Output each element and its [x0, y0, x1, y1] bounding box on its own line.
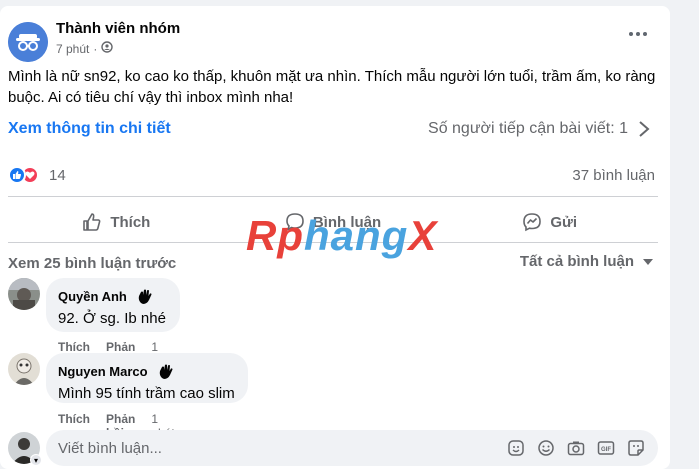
reaction-count: 14 [49, 166, 66, 184]
site-watermark: RphangX [246, 212, 438, 259]
comment-text: 92. Ở sg. Ib nhé [58, 310, 166, 327]
comment-input-box[interactable]: GIF [46, 430, 658, 466]
chevron-right-icon [639, 121, 650, 137]
divider [8, 196, 658, 197]
comment-input[interactable] [58, 439, 506, 457]
camera-icon[interactable] [566, 438, 586, 458]
comment-filter-label: Tất cả bình luận [519, 253, 634, 270]
comment-bubble: Nguyen Marco Mình 95 tính trầm cao slim [46, 353, 248, 403]
post-meta: 7 phút · [56, 41, 114, 56]
like-button[interactable]: Thích [8, 202, 225, 242]
post-time[interactable]: 7 phút [56, 42, 89, 56]
comment-text: Mình 95 tính trầm cao slim [58, 385, 235, 402]
commenter-name[interactable]: Nguyen Marco [58, 364, 148, 379]
post-text: Mình là nữ sn92, ko cao ko thấp, khuôn m… [8, 68, 656, 106]
commenter-avatar[interactable] [8, 278, 40, 310]
post-author[interactable]: Thành viên nhóm [56, 20, 180, 37]
dot-separator: · [93, 41, 98, 56]
commenter-avatar[interactable] [8, 353, 40, 385]
like-reaction-icon [8, 166, 26, 184]
more-options-icon[interactable] [626, 22, 650, 46]
commenter-name[interactable]: Quyền Anh [58, 289, 127, 304]
view-previous-comments-link[interactable]: Xem 25 bình luận trước [8, 255, 176, 272]
messenger-icon [523, 213, 542, 232]
like-label: Thích [110, 213, 151, 231]
comment-count[interactable]: 37 bình luận [572, 167, 655, 184]
reaction-summary[interactable]: 14 [8, 166, 66, 184]
group-audience-icon [101, 41, 114, 56]
reach-text: Số người tiếp cận bài viết: 1 [428, 120, 628, 137]
emoji-icon[interactable] [536, 438, 556, 458]
composer-tools: GIF [506, 438, 646, 458]
thumbs-up-icon [83, 213, 101, 231]
avatar-sticker-icon[interactable] [506, 438, 526, 458]
caret-down-icon [643, 258, 653, 265]
gif-icon[interactable]: GIF [596, 438, 616, 458]
waving-hand-icon [135, 286, 155, 306]
comment-bubble: Quyền Anh 92. Ở sg. Ib nhé [46, 278, 180, 332]
sticker-icon[interactable] [626, 438, 646, 458]
post-card: Thành viên nhóm 7 phút · Mình là nữ sn92… [0, 6, 670, 469]
send-button[interactable]: Gửi [441, 202, 658, 242]
send-label: Gửi [550, 213, 578, 231]
chevron-down-icon[interactable]: ▾ [30, 454, 42, 466]
waving-hand-icon [156, 361, 176, 381]
svg-text:GIF: GIF [601, 447, 611, 453]
post-reach[interactable]: Số người tiếp cận bài viết: 1 [428, 120, 650, 138]
anonymous-member-avatar[interactable] [8, 22, 48, 62]
comment-composer: ▾ GIF [8, 430, 658, 466]
view-details-link[interactable]: Xem thông tin chi tiết [8, 120, 171, 138]
comment-filter-dropdown[interactable]: Tất cả bình luận [520, 253, 654, 270]
